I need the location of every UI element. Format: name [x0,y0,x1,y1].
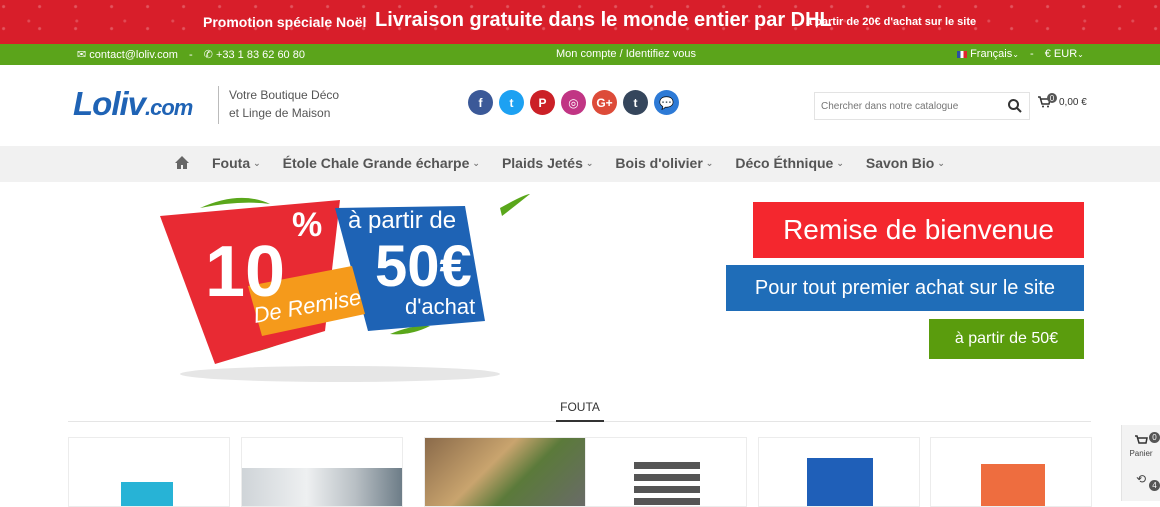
pinterest-icon[interactable]: P [530,90,555,115]
promo-right-text: à partir de 20€ d'achat sur le site [806,16,977,28]
contact-info: ✉ contact@loliv.com - ✆ +33 1 83 62 60 8… [77,48,305,61]
nav-item[interactable]: Fouta ⌄ [212,155,261,171]
product-image [242,468,402,506]
nav-item[interactable]: Bois d'olivier ⌄ [615,155,713,171]
side-cart[interactable]: 0 Panier [1122,432,1160,458]
side-history[interactable]: ⟲ 4 [1122,472,1160,491]
side-cart-count: 0 [1149,432,1160,443]
chevron-down-icon: ⌄ [1012,50,1019,59]
site-logo[interactable]: Loliv.com [73,85,193,123]
chevron-down-icon: ⌄ [705,157,714,168]
product-image [425,438,585,506]
google-plus-icon[interactable]: G+ [592,90,617,115]
product-image [807,458,873,506]
side-history-count: 4 [1149,480,1160,491]
product-card[interactable] [424,437,586,507]
cart-icon [1135,435,1148,444]
search-input[interactable] [815,93,995,119]
side-cart-label: Panier [1129,449,1153,458]
welcome-threshold-box[interactable]: à partir de 50€ [929,319,1084,359]
nav-item[interactable]: Déco Éthnique ⌄ [735,155,844,171]
chevron-down-icon: ⌄ [937,157,945,168]
promo-left-text: Promotion spéciale Noël [203,14,367,30]
top-bar: ✉ contact@loliv.com - ✆ +33 1 83 62 60 8… [0,44,1160,65]
product-image [121,482,173,506]
promo-purchase-label: d'achat [405,294,475,319]
nav-item[interactable]: Étole Chale Grande écharpe ⌄ [283,155,480,171]
language-select[interactable]: Français⌄ [970,48,1019,60]
locale-selectors: Français⌄ - € EUR⌄ [957,48,1084,60]
header-cart[interactable]: 0 0,00 € [1037,93,1087,108]
chat-icon[interactable]: 💬 [654,90,679,115]
product-card[interactable] [68,437,230,507]
main-nav: Fouta ⌄ Étole Chale Grande écharpe ⌄ Plaids … [0,146,1160,182]
separator: - [1030,48,1034,60]
chevron-down-icon: ⌄ [472,157,480,168]
search-box [814,92,1030,120]
email-link[interactable]: contact@loliv.com [89,49,178,61]
cart-total: 0,00 € [1059,96,1087,108]
tagline: Votre Boutique Déco et Linge de Maison [218,86,339,124]
product-image [634,462,700,506]
promo-amount: 50€ [375,234,472,299]
promo-from-label: à partir de [348,207,456,234]
history-icon: ⟲ [1135,472,1147,486]
social-links: f t P ◎ G+ t 💬 [468,90,679,115]
welcome-subtitle-box[interactable]: Pour tout premier achat sur le site [726,265,1084,311]
separator: - [188,49,193,61]
product-card[interactable] [241,437,403,507]
nav-item[interactable]: Plaids Jetés ⌄ [502,155,593,171]
twitter-icon[interactable]: t [499,90,524,115]
home-icon[interactable] [174,155,190,171]
cart-count-badge: 0 [1047,93,1057,103]
tumblr-icon[interactable]: t [623,90,648,115]
side-panel: 0 Panier ⟲ 4 [1121,425,1160,501]
product-card[interactable] [758,437,920,507]
instagram-icon[interactable]: ◎ [561,90,586,115]
promo-main-text: Livraison gratuite dans le monde entier … [375,9,832,31]
nav-item[interactable]: Savon Bio ⌄ [866,155,945,171]
promo-graphic: 10 % à partir de 50€ De Remise d'achat [160,194,530,382]
section-title[interactable]: FOUTA [556,400,604,422]
chevron-down-icon: ⌄ [253,157,261,168]
account-link[interactable]: Mon compte / Identifiez vous [556,48,696,60]
mail-icon: ✉ [77,49,87,61]
welcome-title-box[interactable]: Remise de bienvenue [753,202,1084,258]
product-card[interactable] [585,437,747,507]
phone-icon: ✆ [203,49,213,61]
facebook-icon[interactable]: f [468,90,493,115]
search-icon[interactable] [1007,98,1023,114]
chevron-down-icon: ⌄ [1077,50,1084,59]
phone-link[interactable]: +33 1 83 62 60 80 [216,49,305,61]
flag-fr-icon [957,50,967,58]
promo-percent-sign: % [292,206,322,244]
promo-banner: Promotion spéciale Noël Livraison gratui… [0,0,1160,44]
chevron-down-icon: ⌄ [585,157,594,168]
chevron-down-icon: ⌄ [836,157,844,168]
product-card[interactable] [930,437,1092,507]
currency-select[interactable]: € EUR⌄ [1045,48,1084,60]
